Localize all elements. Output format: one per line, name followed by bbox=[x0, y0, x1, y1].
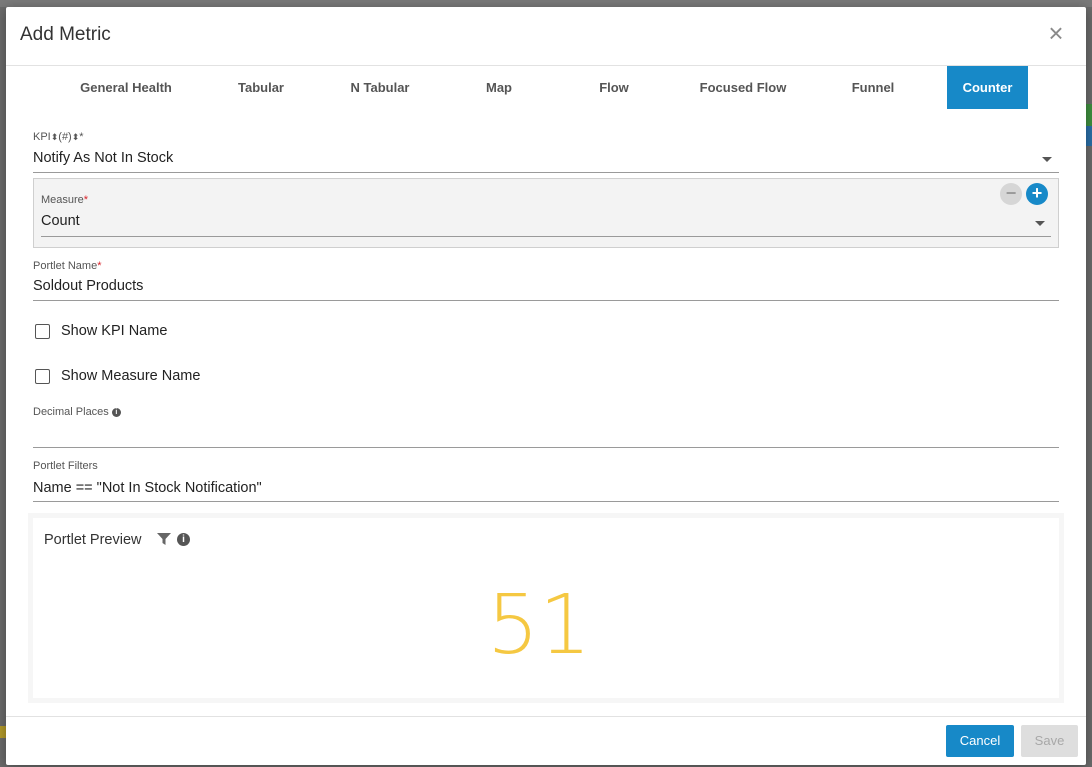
tab-flow[interactable]: Flow bbox=[574, 66, 654, 109]
info-icon[interactable]: i bbox=[177, 533, 190, 546]
tab-funnel[interactable]: Funnel bbox=[833, 66, 913, 109]
metric-type-tabs: General Health Tabular N Tabular Map Flo… bbox=[6, 66, 1086, 109]
kpi-label: KPI⬍(#)⬍* bbox=[33, 131, 84, 143]
cancel-button[interactable]: Cancel bbox=[946, 725, 1014, 757]
counter-value: 51 bbox=[486, 578, 592, 673]
filter-icon[interactable] bbox=[157, 533, 171, 546]
portlet-filters-input[interactable]: Name == "Not In Stock Notification" bbox=[33, 480, 262, 496]
chevron-down-icon[interactable] bbox=[1035, 221, 1045, 226]
tab-general-health[interactable]: General Health bbox=[66, 66, 186, 109]
background-accent bbox=[1086, 104, 1092, 126]
chevron-down-icon[interactable] bbox=[1042, 157, 1052, 162]
kpi-underline bbox=[33, 172, 1059, 173]
measure-select-value[interactable]: Count bbox=[41, 213, 80, 229]
decimal-places-underline bbox=[33, 447, 1059, 448]
decimal-places-label: Decimal Places i bbox=[33, 406, 121, 418]
portlet-filters-label: Portlet Filters bbox=[33, 460, 98, 472]
info-icon[interactable]: i bbox=[111, 407, 121, 417]
portlet-filters-underline bbox=[33, 501, 1059, 502]
show-measure-name-label[interactable]: Show Measure Name bbox=[61, 368, 200, 384]
measure-group: Measure* Count − + bbox=[33, 178, 1059, 248]
portlet-name-label: Portlet Name* bbox=[33, 260, 101, 272]
required-marker: * bbox=[83, 194, 89, 206]
decimal-places-label-text: Decimal Places bbox=[33, 406, 109, 418]
remove-measure-button[interactable]: − bbox=[1000, 183, 1022, 205]
portlet-name-label-text: Portlet Name bbox=[33, 260, 98, 272]
background-accent bbox=[1086, 126, 1092, 146]
add-metric-dialog: Add Metric × General Health Tabular N Ta… bbox=[6, 7, 1086, 765]
save-button[interactable]: Save bbox=[1021, 725, 1078, 757]
measure-label: Measure* bbox=[41, 194, 88, 206]
measure-label-text: Measure bbox=[41, 194, 84, 206]
show-kpi-name-label[interactable]: Show KPI Name bbox=[61, 323, 167, 339]
measure-underline bbox=[41, 236, 1051, 237]
tab-n-tabular[interactable]: N Tabular bbox=[330, 66, 430, 109]
show-kpi-name-checkbox[interactable] bbox=[35, 324, 50, 339]
kpi-label-text: KPI bbox=[33, 131, 51, 143]
close-icon[interactable]: × bbox=[1044, 20, 1068, 46]
preview-title: Portlet Preview bbox=[44, 532, 142, 548]
portlet-preview: Portlet Preview i 51 bbox=[33, 518, 1059, 698]
tab-map[interactable]: Map bbox=[459, 66, 539, 109]
kpi-select-value[interactable]: Notify As Not In Stock bbox=[33, 150, 173, 166]
tab-tabular[interactable]: Tabular bbox=[216, 66, 306, 109]
tab-focused-flow[interactable]: Focused Flow bbox=[687, 66, 799, 109]
dialog-title: Add Metric bbox=[20, 24, 111, 45]
dialog-footer: Cancel Save bbox=[6, 716, 1086, 765]
tab-counter[interactable]: Counter bbox=[947, 66, 1028, 109]
decimal-places-input[interactable] bbox=[33, 425, 1059, 443]
background-topbar bbox=[0, 0, 1092, 7]
required-marker: * bbox=[97, 260, 102, 272]
show-measure-name-checkbox[interactable] bbox=[35, 369, 50, 384]
portlet-name-underline bbox=[33, 300, 1059, 301]
required-marker: * bbox=[79, 131, 84, 143]
dialog-header: Add Metric × bbox=[6, 7, 1086, 66]
portlet-name-input[interactable]: Soldout Products bbox=[33, 278, 143, 294]
kpi-sort-label: (#) bbox=[58, 131, 72, 143]
add-measure-button[interactable]: + bbox=[1026, 183, 1048, 205]
